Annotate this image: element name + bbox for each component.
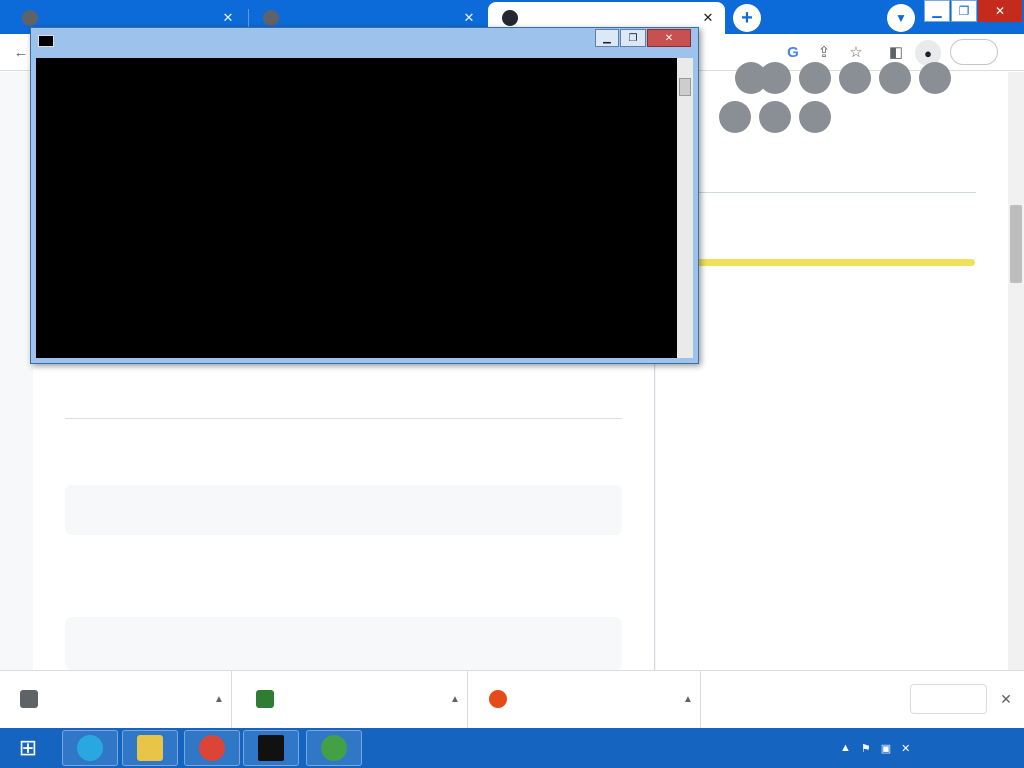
maximize-icon: ❐ <box>628 32 638 44</box>
download-item[interactable]: ▲ <box>236 670 468 728</box>
minimize-icon: ▁ <box>603 32 611 44</box>
start-button[interactable]: ⊞ <box>8 730 48 766</box>
error-status-chip[interactable] <box>950 39 998 65</box>
system-tray: ▲ ⚑ ▣ ✕ <box>840 732 940 764</box>
cmd-icon <box>38 35 54 47</box>
maximize-icon: ❐ <box>958 4 970 18</box>
code-block <box>65 485 622 535</box>
taskbar-clock[interactable] <box>938 730 1010 766</box>
flag-icon[interactable]: ⚑ <box>861 742 871 755</box>
sidebar-divider <box>668 192 976 193</box>
contributor-avatar[interactable] <box>759 101 791 133</box>
heading-divider <box>65 418 622 419</box>
globe-icon <box>263 10 279 26</box>
chevron-up-icon[interactable]: ▲ <box>207 687 231 711</box>
volume-muted-icon[interactable]: ✕ <box>901 742 910 755</box>
plus-icon: + <box>741 6 753 29</box>
page-scrollbar-thumb[interactable] <box>1010 205 1022 283</box>
qemu-icon <box>489 690 507 708</box>
exe-icon <box>256 690 274 708</box>
taskbar-idm[interactable] <box>306 730 362 766</box>
close-icon: ✕ <box>664 32 674 44</box>
chrome-icon <box>199 735 225 761</box>
close-icon: ✕ <box>994 4 1006 18</box>
taskbar-chrome[interactable] <box>184 730 240 766</box>
chevron-up-icon[interactable]: ▲ <box>840 742 851 754</box>
star-icon: ☆ <box>849 44 863 61</box>
contributor-avatar[interactable] <box>919 62 951 94</box>
show-all-button[interactable] <box>910 684 987 714</box>
google-icon: G <box>787 43 799 61</box>
taskbar-explorer[interactable] <box>122 730 178 766</box>
share-icon: ⇪ <box>817 44 831 61</box>
contributor-avatar[interactable] <box>799 101 831 133</box>
repo-sidebar <box>656 72 1008 670</box>
console-scrollbar[interactable] <box>677 58 693 358</box>
language-bar <box>668 259 975 266</box>
sidebar-icon: ◧ <box>888 44 904 61</box>
taskbar-ie[interactable] <box>62 730 118 766</box>
terminal-icon <box>258 735 284 761</box>
cmd-minimize-button[interactable]: ▁ <box>595 29 619 47</box>
globe-icon <box>22 10 38 26</box>
cmd-maximize-button[interactable]: ❐ <box>620 29 646 47</box>
chevron-down-icon: ▼ <box>895 11 907 25</box>
profile-icon: ● <box>924 45 932 61</box>
idm-icon <box>321 735 347 761</box>
page-scrollbar[interactable] <box>1008 72 1024 670</box>
minimize-button[interactable]: ▁ <box>924 0 950 22</box>
chevron-up-icon[interactable]: ▲ <box>443 687 467 711</box>
console-scrollbar-thumb[interactable] <box>679 78 691 96</box>
google-lens-button[interactable]: G <box>778 37 808 67</box>
github-icon <box>502 10 518 26</box>
contributor-avatar[interactable] <box>879 62 911 94</box>
installer-icon <box>20 690 38 708</box>
code-block <box>65 617 622 670</box>
network-icon[interactable]: ▣ <box>881 742 891 755</box>
ie-icon <box>77 735 103 761</box>
cmd-close-button[interactable]: ✕ <box>647 29 691 47</box>
close-icon[interactable]: ✕ <box>219 9 237 27</box>
window-close-button[interactable]: ✕ <box>978 0 1022 22</box>
contributor-avatar[interactable] <box>759 62 791 94</box>
close-icon[interactable]: ✕ <box>996 689 1016 709</box>
tab-search-button[interactable]: ▼ <box>887 4 915 32</box>
download-item[interactable]: ▲ <box>0 670 232 728</box>
console-output[interactable] <box>36 59 677 357</box>
new-tab-button[interactable]: + <box>733 4 761 32</box>
windows-logo-icon: ⊞ <box>18 735 38 760</box>
maximize-button[interactable]: ❐ <box>951 0 977 22</box>
download-item[interactable]: ▲ <box>469 670 701 728</box>
contributor-avatar[interactable] <box>719 101 751 133</box>
folder-icon <box>137 735 163 761</box>
close-icon[interactable]: ✕ <box>460 9 478 27</box>
chevron-up-icon[interactable]: ▲ <box>676 687 700 711</box>
contributor-avatar[interactable] <box>799 62 831 94</box>
taskbar-cmd[interactable] <box>243 730 299 766</box>
close-icon[interactable]: ✕ <box>699 9 717 27</box>
contributor-avatar[interactable] <box>839 62 871 94</box>
minimize-icon: ▁ <box>932 4 942 18</box>
back-arrow-icon: ← <box>13 43 29 61</box>
